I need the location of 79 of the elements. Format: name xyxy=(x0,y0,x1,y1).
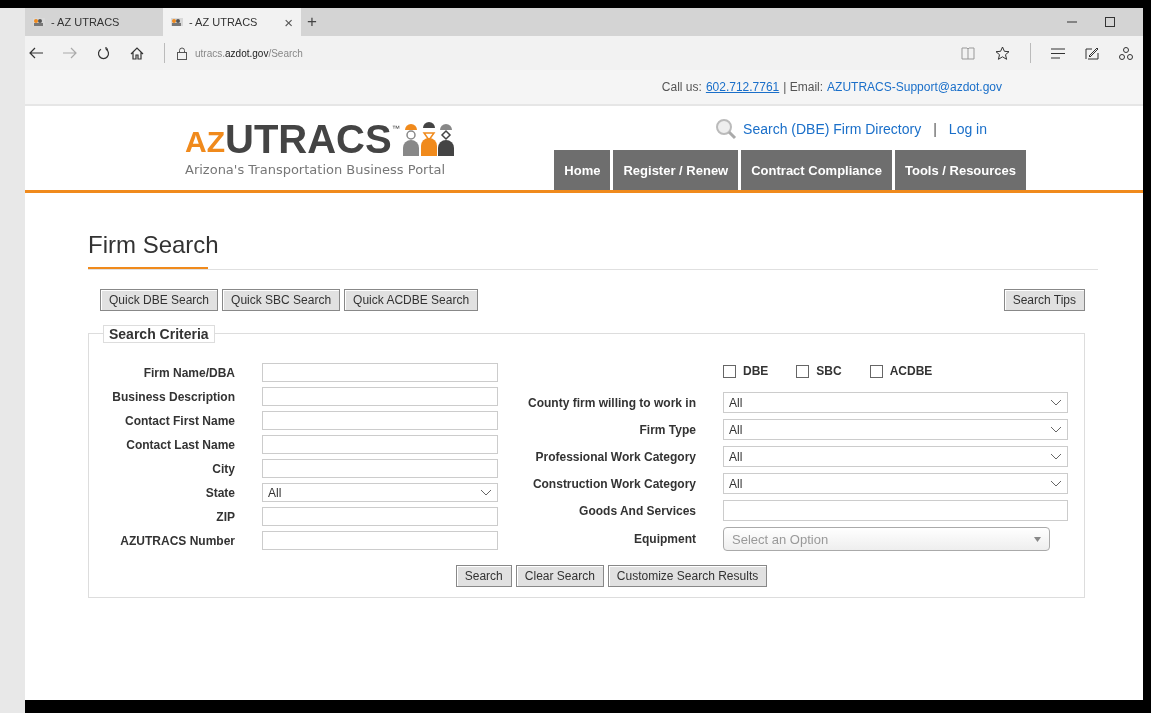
email-label: | Email: xyxy=(783,80,824,94)
quick-search-button[interactable]: Quick DBE Search xyxy=(100,289,219,311)
field-label: State xyxy=(204,485,235,500)
logo-prefix: AZ xyxy=(185,124,225,160)
dropdown-arrow-icon xyxy=(1034,536,1041,542)
search-tips-button[interactable]: Search Tips xyxy=(1003,289,1085,311)
book-icon[interactable] xyxy=(961,46,975,60)
nav-tab[interactable]: Register / Renew xyxy=(613,150,739,190)
field-label: Business Description xyxy=(111,389,235,404)
select-field[interactable]: All xyxy=(262,483,498,502)
text-field[interactable] xyxy=(262,531,498,550)
field-label: Goods And Services xyxy=(578,503,696,518)
field-label: City xyxy=(211,461,235,476)
field-label: Equipment xyxy=(633,532,696,546)
select-field[interactable]: All xyxy=(723,473,1068,494)
call-label: Call us: xyxy=(661,80,702,94)
select-field[interactable]: All xyxy=(723,392,1068,413)
field-label: Firm Name/DBA xyxy=(142,365,235,380)
new-tab-button[interactable]: + xyxy=(307,12,317,32)
text-field[interactable] xyxy=(262,387,498,406)
browser-tab[interactable]: - AZ UTRACS × xyxy=(163,8,301,36)
field-label: Contact Last Name xyxy=(125,437,235,452)
trademark-mark: ™ xyxy=(391,124,400,133)
select-field[interactable]: All xyxy=(723,446,1068,467)
field-label: ZIP xyxy=(215,509,235,524)
chevron-down-icon xyxy=(1051,426,1061,433)
browser-tab[interactable]: - AZ UTRACS xyxy=(25,8,163,36)
home-icon[interactable] xyxy=(130,46,144,60)
nav-tab[interactable]: Tools / Resources xyxy=(895,150,1026,190)
checkbox-option[interactable]: ACDBE xyxy=(869,364,933,378)
form-action-button[interactable]: Customize Search Results xyxy=(607,565,768,587)
close-tab-button[interactable]: × xyxy=(284,13,293,31)
text-field[interactable] xyxy=(723,500,1068,521)
checkbox-option[interactable]: DBE xyxy=(723,364,769,378)
favicon-icon xyxy=(171,18,183,26)
quick-search-button[interactable]: Quick SBC Search xyxy=(222,289,341,311)
email-link[interactable]: AZUTRACS-Support@azdot.gov xyxy=(827,80,1002,94)
refresh-icon[interactable] xyxy=(97,46,110,60)
logo-name: UTRACS xyxy=(225,118,392,160)
section-legend: Search Criteria xyxy=(103,325,215,343)
form-action-button[interactable]: Search xyxy=(455,565,512,587)
form-action-button[interactable]: Clear Search xyxy=(515,565,604,587)
login-link[interactable]: Log in xyxy=(948,121,987,137)
favicon-icon xyxy=(33,18,45,26)
logo-tagline: Arizona's Transportation Business Portal xyxy=(185,162,447,177)
field-label: Professional Work Category xyxy=(534,449,696,464)
text-field[interactable] xyxy=(262,411,498,430)
search-icon xyxy=(715,118,738,140)
chevron-down-icon xyxy=(1051,399,1061,406)
back-icon[interactable] xyxy=(29,47,43,59)
field-label: AZUTRACS Number xyxy=(119,533,235,548)
lock-icon xyxy=(177,46,187,60)
maximize-icon[interactable] xyxy=(1105,17,1115,27)
chevron-down-icon xyxy=(1051,453,1061,460)
text-field[interactable] xyxy=(262,459,498,478)
text-field[interactable] xyxy=(262,435,498,454)
field-label: County firm willing to work in xyxy=(527,395,696,410)
quick-search-button[interactable]: Quick ACDBE Search xyxy=(344,289,479,311)
field-label: Contact First Name xyxy=(123,413,235,428)
text-field[interactable] xyxy=(262,507,498,526)
checkbox-option[interactable]: SBC xyxy=(796,364,842,378)
select-field[interactable]: All xyxy=(723,419,1068,440)
link-divider: | xyxy=(933,121,937,137)
chevron-down-icon xyxy=(1051,480,1061,487)
star-icon[interactable] xyxy=(995,45,1010,61)
pen-icon[interactable] xyxy=(1085,46,1099,60)
address-field[interactable]: utracs.azdot.gov/Search xyxy=(195,47,303,59)
field-label: Firm Type xyxy=(638,422,696,437)
share-icon[interactable] xyxy=(1119,46,1133,60)
menu-icon[interactable] xyxy=(1051,47,1065,59)
text-field[interactable] xyxy=(262,363,498,382)
forward-icon[interactable] xyxy=(63,47,77,59)
nav-tab[interactable]: Contract Compliance xyxy=(741,150,892,190)
nav-tab[interactable]: Home xyxy=(554,150,611,190)
page-title: Firm Search xyxy=(88,231,220,259)
chevron-down-icon xyxy=(481,489,491,496)
field-label: Construction Work Category xyxy=(531,476,696,491)
phone-link[interactable]: 602.712.7761 xyxy=(705,80,780,94)
directory-link[interactable]: Search (DBE) Firm Directory xyxy=(743,121,922,137)
